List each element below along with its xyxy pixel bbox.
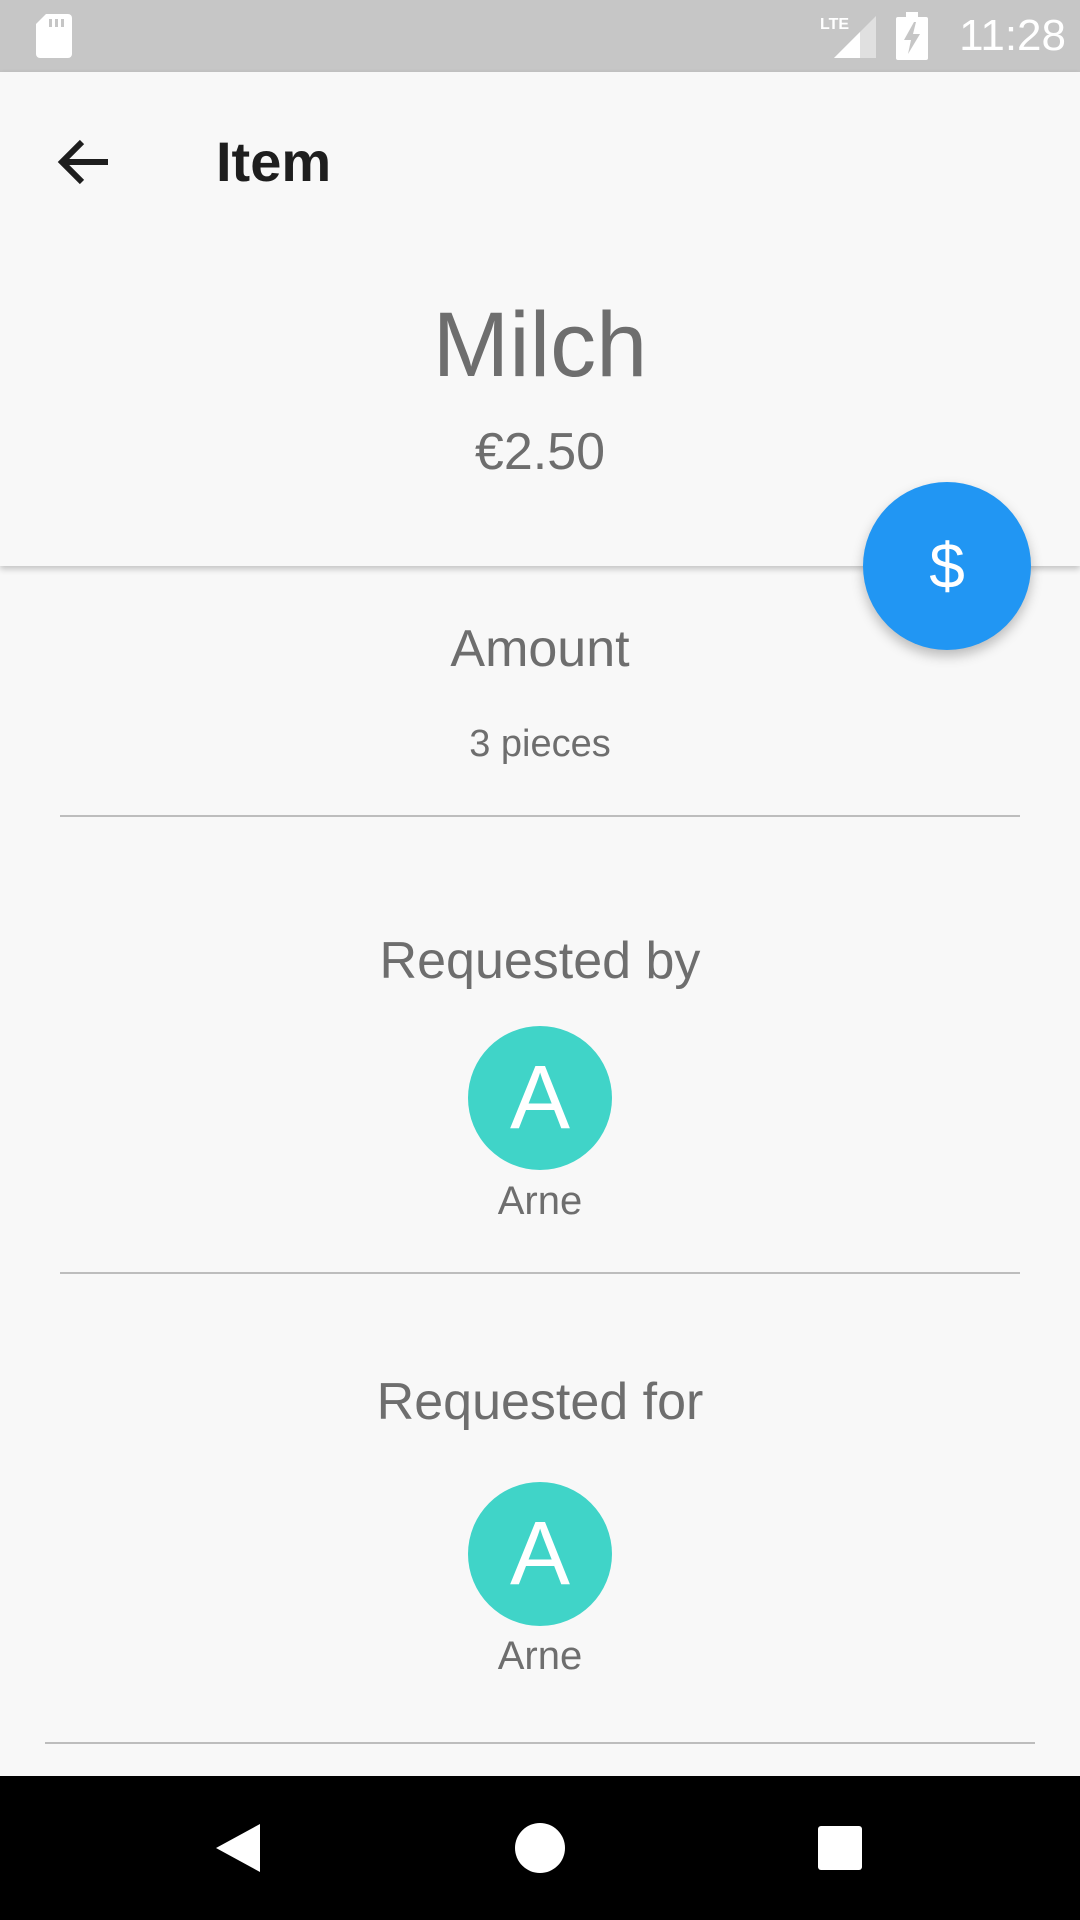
battery-charging-icon: [896, 12, 928, 60]
nav-home-icon[interactable]: [492, 1800, 588, 1896]
divider: [60, 1272, 1020, 1274]
divider: [45, 1742, 1035, 1744]
system-nav-bar: [0, 1776, 1080, 1920]
dollar-icon: $: [929, 530, 965, 602]
avatar-letter: A: [509, 1048, 571, 1148]
item-price: €2.50: [474, 423, 606, 481]
divider: [60, 815, 1020, 817]
status-time: 11:28: [959, 11, 1066, 60]
requested-for-title: Requested for: [376, 1373, 704, 1431]
toolbar-title: Item: [216, 130, 332, 193]
svg-text:LTE: LTE: [820, 16, 849, 33]
requested-by-name: Arne: [497, 1179, 583, 1223]
avatar-requested-for[interactable]: A: [468, 1482, 612, 1626]
pay-fab-button[interactable]: $: [863, 482, 1031, 650]
nav-recents-icon[interactable]: [792, 1800, 888, 1896]
avatar-requested-by[interactable]: A: [468, 1026, 612, 1170]
amount-value: 3 pieces: [469, 723, 611, 765]
item-name: Milch: [432, 294, 648, 396]
arrow-back-icon[interactable]: [44, 122, 124, 202]
avatar-letter: A: [509, 1504, 571, 1604]
nav-back-icon[interactable]: [192, 1800, 288, 1896]
requested-by-title: Requested by: [379, 932, 701, 990]
status-bar: LTE 11:28: [0, 0, 1080, 72]
sd-card-icon: [36, 14, 72, 58]
lte-signal-icon: LTE: [820, 16, 876, 58]
requested-for-name: Arne: [497, 1634, 583, 1678]
